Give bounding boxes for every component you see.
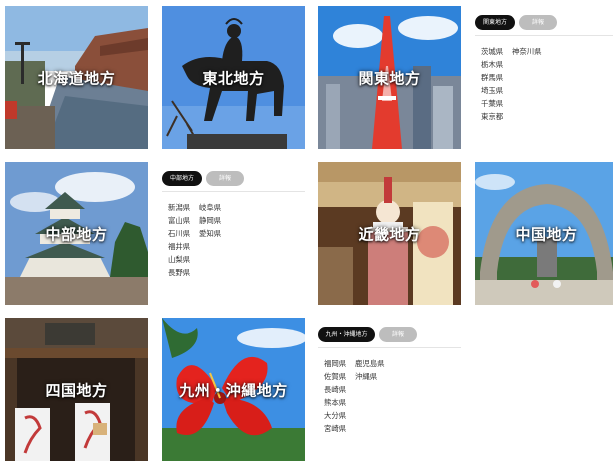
region-tile-chugoku[interactable]: 中国地方 [475, 162, 613, 305]
region-label: 近畿地方 [358, 225, 421, 243]
tab-kyushu[interactable]: 九州・沖縄地方 [318, 327, 375, 342]
tab-detail[interactable]: 詳報 [379, 327, 417, 342]
region-tile-kinki[interactable]: 近畿地方 [318, 162, 461, 305]
prefecture-link[interactable]: 東京都 [481, 111, 503, 122]
prefecture-link[interactable]: 鹿児島県 [355, 358, 385, 369]
region-label: 関東地方 [358, 69, 421, 87]
kyushu-prefecture-panel: 九州・沖縄地方 詳報 福岡県 鹿児島県 佐賀県 沖縄県 長崎県 熊本県 大分県 … [318, 327, 461, 470]
region-tile-chubu[interactable]: 中部地方 [5, 162, 148, 305]
prefecture-link[interactable]: 佐賀県 [324, 371, 346, 382]
region-label: 北海道地方 [37, 69, 116, 87]
tab-kanto[interactable]: 関東地方 [475, 15, 515, 30]
prefecture-link[interactable]: 愛知県 [199, 228, 221, 239]
prefecture-link[interactable]: 沖縄県 [355, 371, 377, 382]
chubu-prefecture-panel: 中部地方 詳報 新潟県 岐阜県 富山県 静岡県 石川県 愛知県 福井県 山梨県 … [162, 171, 305, 314]
prefecture-link[interactable]: 福岡県 [324, 358, 346, 369]
region-tile-hokkaido[interactable]: 北海道地方 [5, 6, 148, 149]
prefecture-link[interactable]: 栃木県 [481, 59, 503, 70]
prefecture-link[interactable]: 神奈川県 [512, 46, 542, 57]
tab-chubu[interactable]: 中部地方 [162, 171, 202, 186]
panel-tabs: 中部地方 詳報 [162, 171, 305, 192]
prefecture-link[interactable]: 新潟県 [168, 202, 190, 213]
prefecture-link[interactable]: 熊本県 [324, 397, 346, 408]
region-tile-kyushu[interactable]: 九州・沖縄地方 [162, 318, 305, 461]
prefecture-link[interactable]: 長崎県 [324, 384, 346, 395]
panel-tabs: 関東地方 詳報 [475, 15, 613, 36]
prefecture-link[interactable]: 岐阜県 [199, 202, 221, 213]
region-label: 中国地方 [515, 225, 578, 243]
prefecture-link[interactable]: 千葉県 [481, 98, 503, 109]
kanto-prefecture-panel: 関東地方 詳報 茨城県 神奈川県 栃木県 群馬県 埼玉県 千葉県 東京都 [475, 15, 613, 158]
prefecture-link[interactable]: 石川県 [168, 228, 190, 239]
region-tile-tohoku[interactable]: 東北地方 [162, 6, 305, 149]
region-label: 四国地方 [45, 381, 108, 399]
prefecture-link[interactable]: 富山県 [168, 215, 190, 226]
prefecture-link[interactable]: 茨城県 [481, 46, 503, 57]
prefecture-link[interactable]: 静岡県 [199, 215, 221, 226]
prefecture-link[interactable]: 長野県 [168, 267, 190, 278]
region-label: 中部地方 [45, 225, 108, 243]
region-tile-shikoku[interactable]: 四国地方 [5, 318, 148, 461]
panel-tabs: 九州・沖縄地方 詳報 [318, 327, 461, 348]
prefecture-link[interactable]: 群馬県 [481, 72, 503, 83]
prefecture-link[interactable]: 山梨県 [168, 254, 190, 265]
region-tile-kanto[interactable]: 関東地方 [318, 6, 461, 149]
prefecture-link[interactable]: 埼玉県 [481, 85, 503, 96]
prefecture-link[interactable]: 福井県 [168, 241, 190, 252]
region-label: 九州・沖縄地方 [179, 381, 288, 399]
tab-detail[interactable]: 詳報 [206, 171, 244, 186]
prefecture-link[interactable]: 大分県 [324, 410, 346, 421]
tab-detail[interactable]: 詳報 [519, 15, 557, 30]
prefecture-link[interactable]: 宮崎県 [324, 423, 346, 434]
region-label: 東北地方 [202, 69, 265, 87]
